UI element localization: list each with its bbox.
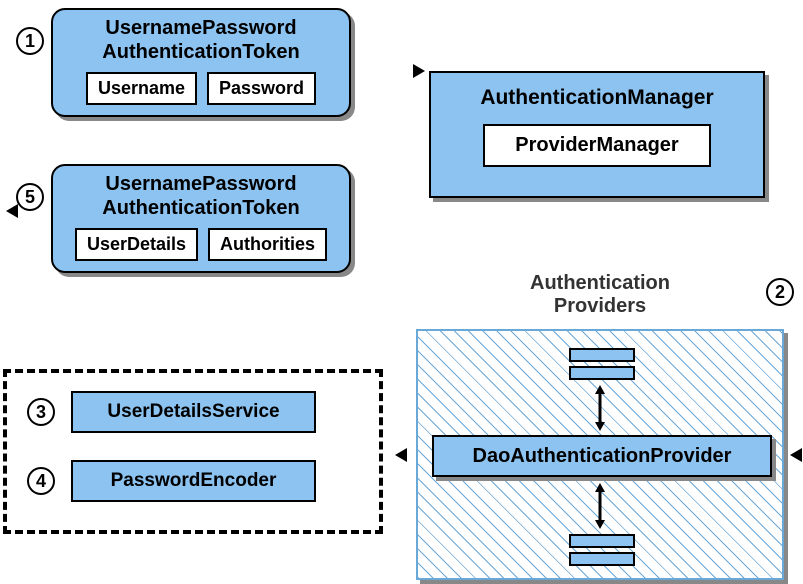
token-fields-1: Username Password: [53, 72, 349, 115]
title-line-1b: UsernamePassword: [105, 173, 296, 195]
step-num-5: 5: [25, 187, 35, 208]
stack-bar: [569, 552, 635, 566]
step-circle-3: 3: [27, 398, 55, 426]
dao-provider-box: DaoAuthenticationProvider: [432, 435, 772, 477]
double-arrow-icon: [593, 483, 607, 529]
step-num-1: 1: [25, 31, 35, 52]
token-fields-5: UserDetails Authorities: [53, 228, 349, 271]
stack-bar: [569, 348, 635, 362]
providers-container: DaoAuthenticationProvider: [416, 329, 784, 580]
password-encoder-box: PasswordEncoder: [71, 460, 316, 502]
title-line-1: UsernamePassword: [105, 17, 296, 39]
token-title-1: UsernamePassword AuthenticationToken: [53, 10, 349, 68]
title-line-2: AuthenticationToken: [102, 41, 299, 63]
double-arrow-icon: [593, 385, 607, 431]
arrow-right-icon: [413, 64, 425, 78]
token-title-5: UsernamePassword AuthenticationToken: [53, 166, 349, 224]
step-circle-1: 1: [16, 27, 44, 55]
token-box-5: UsernamePassword AuthenticationToken Use…: [51, 164, 351, 273]
arrow-left-icon: [6, 204, 18, 218]
step-num-2: 2: [775, 282, 785, 303]
pe-label: PasswordEncoder: [111, 470, 277, 492]
title-line-2b: AuthenticationToken: [102, 197, 299, 219]
stack-bar: [569, 366, 635, 380]
step-circle-5: 5: [16, 183, 44, 211]
arrow-left-icon: [395, 448, 407, 462]
user-details-service-box: UserDetailsService: [71, 391, 316, 433]
uds-label: UserDetailsService: [107, 401, 279, 423]
arrow-left-icon: [790, 448, 802, 462]
dao-label: DaoAuthenticationProvider: [473, 445, 732, 468]
auth-manager-title: AuthenticationManager: [431, 73, 763, 114]
username-field: Username: [86, 72, 197, 105]
userdetails-field: UserDetails: [75, 228, 198, 261]
stack-bar: [569, 534, 635, 548]
step-num-4: 4: [36, 471, 46, 492]
token-box-1: UsernamePassword AuthenticationToken Use…: [51, 8, 351, 117]
provider-manager-label: ProviderManager: [483, 124, 710, 167]
providers-label-2: Providers: [554, 295, 646, 317]
authorities-field: Authorities: [208, 228, 327, 261]
step-num-3: 3: [36, 402, 46, 423]
providers-label-1: Authentication: [530, 272, 670, 294]
password-field: Password: [207, 72, 316, 105]
step-circle-4: 4: [27, 467, 55, 495]
providers-label: Authentication Providers: [416, 272, 784, 318]
auth-manager-box: AuthenticationManager ProviderManager: [429, 71, 765, 198]
step-circle-2: 2: [766, 278, 794, 306]
